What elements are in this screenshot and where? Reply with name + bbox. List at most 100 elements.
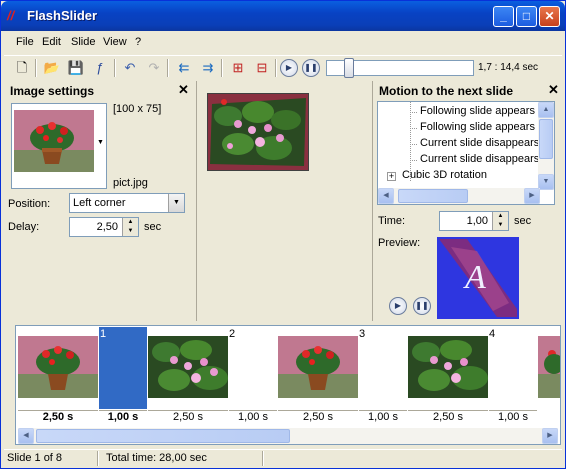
playback-position-handle[interactable] [344, 58, 354, 78]
preview-letter: A [465, 259, 486, 296]
undo-icon[interactable]: ↶ [120, 58, 140, 78]
spin-buttons[interactable]: ▲ ▼ [492, 212, 508, 230]
scroll-thumb[interactable] [398, 189, 468, 203]
scroll-right-icon[interactable]: ▶ [524, 188, 540, 204]
toolbar-separator [275, 59, 277, 77]
status-separator [97, 451, 99, 466]
scroll-left-icon[interactable]: ◀ [18, 428, 34, 444]
slide-timeline[interactable]: 1 2 3 4 2,50 s 1,00 s 2,50 s 1,00 s 2,50… [15, 325, 561, 445]
move-left-icon[interactable]: ⇇ [174, 58, 194, 78]
slide-delay[interactable]: 2,50 s [148, 410, 228, 424]
preview-label: Preview: [378, 237, 421, 249]
maximize-button[interactable]: □ [516, 6, 537, 27]
time-label: Time: [378, 215, 406, 227]
position-select[interactable]: Left corner ▼ [69, 193, 185, 213]
scroll-left-icon[interactable]: ◀ [378, 188, 394, 204]
minimize-button[interactable]: _ [493, 6, 514, 27]
time-stepper[interactable]: 1,00 ▲ ▼ [439, 211, 509, 231]
status-slide: Slide 1 of 8 [7, 452, 63, 464]
save-icon[interactable]: 💾 [66, 58, 86, 78]
image-filename: pict.jpg [113, 177, 148, 189]
slide-delay[interactable]: 2,50 s [278, 410, 358, 424]
app-window: // FlashSlider _ □ ✕ File Edit Slide Vie… [0, 0, 566, 469]
tree-item[interactable]: Current slide disappears [420, 153, 539, 169]
transition-duration[interactable]: 1,00 s [99, 410, 147, 424]
menu-file[interactable]: File [16, 36, 34, 48]
scroll-up-icon[interactable]: ▲ [538, 102, 554, 118]
expand-icon[interactable]: + [387, 172, 396, 181]
preview-play-icon[interactable]: ▶ [389, 297, 407, 315]
timeline-scrollbar[interactable]: ◀ ▶ [18, 428, 558, 444]
delay-value: 2,50 [96, 221, 118, 233]
slide-delay[interactable]: 2,50 s [408, 410, 488, 424]
spin-buttons[interactable]: ▲ ▼ [122, 218, 138, 236]
toolbar-separator [114, 59, 116, 77]
red-flowers-image [538, 336, 560, 398]
transition-duration[interactable]: 1,00 s [489, 410, 537, 424]
position-label: Position: [8, 198, 51, 210]
toolbar-separator [221, 59, 223, 77]
transition-duration[interactable]: 1,00 s [229, 410, 277, 424]
timeline-slide-thumb[interactable] [278, 336, 358, 398]
film-add-icon[interactable]: ⊞ [228, 58, 248, 78]
close-button[interactable]: ✕ [539, 6, 560, 27]
close-panel-icon[interactable]: ✕ [178, 82, 189, 98]
image-settings-panel: Image settings ✕ ▼ [100 x 75] pict.jpg P… [5, 81, 193, 241]
move-right-icon[interactable]: ⇉ [198, 58, 218, 78]
toolbar-separator [35, 59, 37, 77]
motion-panel: Motion to the next slide ✕ Following sli… [375, 81, 563, 321]
tree-item[interactable]: Following slide appears f [420, 105, 541, 121]
delay-label: Delay: [8, 221, 40, 233]
tree-connector [410, 160, 418, 161]
timeline-slide-thumb[interactable] [538, 336, 560, 398]
timeline-slide-thumb[interactable] [148, 336, 228, 398]
tree-vertical-scrollbar[interactable]: ▲ ▼ [538, 102, 554, 190]
redo-icon[interactable]: ↷ [144, 58, 164, 78]
flash-icon[interactable]: ƒ [90, 58, 110, 78]
toolbar: 🗋 📂 💾 ƒ ↶ ↷ ⇇ ⇉ ⊞ ⊟ ▶ ❚❚ 1,7 : 14,4 sec [4, 55, 562, 79]
tree-connector [410, 144, 418, 145]
timeline-slide-thumb[interactable] [18, 336, 98, 398]
delay-stepper[interactable]: 2,50 ▲ ▼ [69, 217, 139, 237]
open-icon[interactable]: 📂 [42, 58, 62, 78]
slide-number: 2 [229, 328, 236, 340]
transition-duration[interactable]: 1,00 s [359, 410, 407, 424]
flashslider-logo-icon: // [7, 8, 15, 23]
tree-connector [410, 128, 418, 129]
delay-unit: sec [144, 221, 162, 233]
red-flowers-image [12, 104, 106, 188]
preview-pause-icon[interactable]: ❚❚ [413, 297, 431, 315]
menu-edit[interactable]: Edit [42, 36, 61, 48]
close-panel-icon[interactable]: ✕ [548, 82, 559, 98]
slide-delay[interactable]: 2,50 s [18, 410, 98, 424]
title-bar[interactable]: // FlashSlider _ □ ✕ [1, 1, 565, 31]
image-dimensions: [100 x 75] [113, 103, 162, 115]
scroll-thumb[interactable] [36, 429, 290, 443]
red-flowers-image [278, 336, 358, 398]
scroll-down-icon[interactable]: ▼ [538, 174, 554, 190]
menu-view[interactable]: View [103, 36, 127, 48]
new-icon[interactable]: 🗋 [12, 58, 32, 78]
status-total-time: Total time: 28,00 sec [106, 452, 207, 464]
position-value: Left corner [73, 197, 126, 209]
water-lilies-image [408, 336, 488, 398]
tree-group-cubic[interactable]: Cubic 3D rotation [402, 169, 487, 185]
play-icon[interactable]: ▶ [280, 59, 298, 77]
selected-transition-block[interactable] [99, 327, 147, 409]
tree-item[interactable]: Current slide disappears [420, 137, 539, 153]
thumbnail-dropdown-icon[interactable]: ▼ [97, 139, 104, 146]
image-thumbnail[interactable] [11, 103, 107, 189]
film-remove-icon[interactable]: ⊟ [252, 58, 272, 78]
scroll-right-icon[interactable]: ▶ [542, 428, 558, 444]
scroll-thumb[interactable] [539, 119, 553, 159]
timeline-slide-thumb[interactable] [408, 336, 488, 398]
menu-slide[interactable]: Slide [71, 36, 95, 48]
chevron-down-icon[interactable]: ▼ [168, 194, 184, 212]
tree-item[interactable]: Following slide appears f [420, 121, 541, 137]
time-unit: sec [514, 215, 532, 227]
transition-tree[interactable]: Following slide appears f Following slid… [377, 101, 555, 205]
pause-icon[interactable]: ❚❚ [302, 59, 320, 77]
slide-number: 4 [489, 328, 496, 340]
menu-help[interactable]: ? [135, 36, 141, 48]
tree-horizontal-scrollbar[interactable]: ◀ ▶ [378, 188, 540, 204]
